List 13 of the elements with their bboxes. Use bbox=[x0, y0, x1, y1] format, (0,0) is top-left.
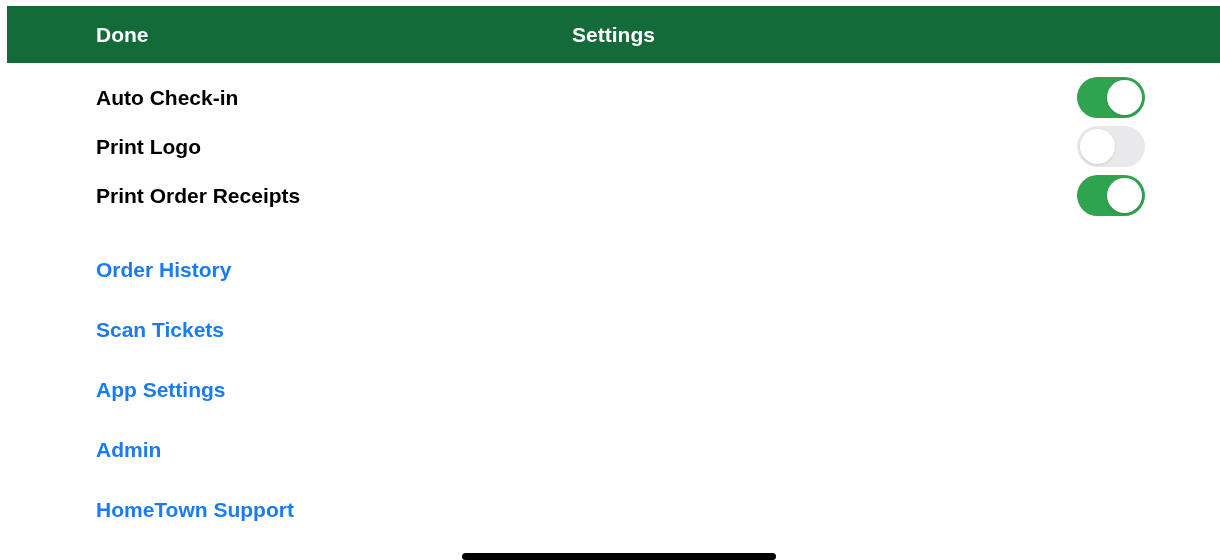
toggle-switch[interactable] bbox=[1077, 77, 1145, 118]
done-button[interactable]: Done bbox=[96, 18, 149, 51]
menu-link[interactable]: Scan Tickets bbox=[96, 316, 225, 343]
toggle-switch[interactable] bbox=[1077, 175, 1145, 216]
menu-link[interactable]: App Settings bbox=[96, 376, 226, 403]
toggle-switch[interactable] bbox=[1077, 126, 1145, 167]
menu-link[interactable]: HomeTown Support bbox=[96, 496, 294, 523]
setting-label: Print Order Receipts bbox=[96, 182, 301, 209]
setting-label: Print Logo bbox=[96, 133, 201, 160]
setting-label: Auto Check-in bbox=[96, 84, 239, 111]
nav-title: Settings bbox=[572, 21, 655, 48]
menu-link[interactable]: Admin bbox=[96, 436, 162, 463]
menu-link[interactable]: Order History bbox=[96, 256, 232, 283]
